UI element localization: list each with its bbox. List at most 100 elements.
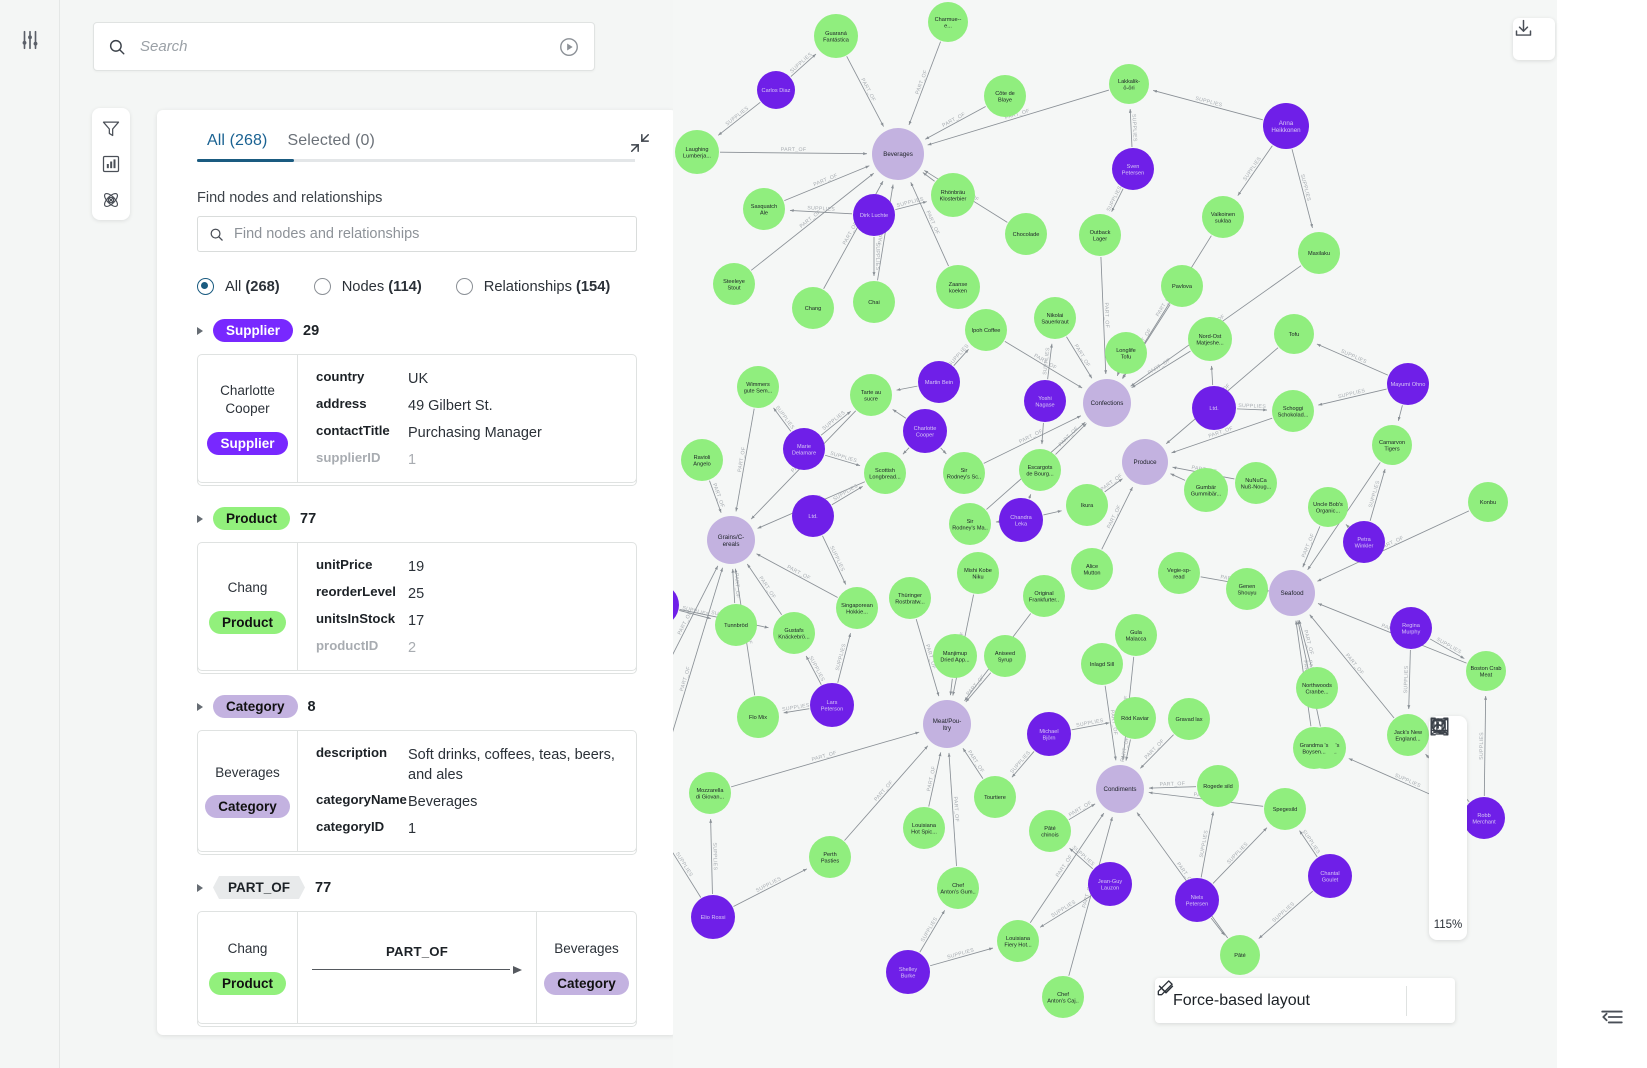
graph-node[interactable]: Ltd. [1192,386,1236,430]
graph-node[interactable]: Konbu [1468,482,1508,522]
node-circle-product[interactable] [974,776,1016,818]
global-search-bar[interactable] [93,22,595,71]
node-circle-product[interactable] [957,552,999,594]
graph-node[interactable]: Pâtéchinois [1029,810,1071,852]
expand-caret-icon[interactable] [197,883,203,892]
graph-node[interactable]: Zaansekoeken [936,265,980,309]
node-circle-product[interactable] [933,634,977,678]
graph-node[interactable]: ThüringerRostbratw... [889,577,931,619]
tab-all[interactable]: All (268) [197,132,277,162]
node-circle-product[interactable] [1468,482,1508,522]
graph-node[interactable]: SteeleyeStout [713,263,755,305]
graph-node[interactable]: Mayumi Ohno [1387,363,1429,405]
node-circle-product[interactable] [1034,297,1076,339]
node-circle-product[interactable] [1161,265,1203,307]
graph-node[interactable]: Tunnbröd [715,604,757,646]
node-circle-product[interactable] [1197,765,1239,807]
node-circle-product[interactable] [997,920,1039,962]
node-circle-category[interactable] [1096,765,1144,813]
graph-node[interactable]: Chocolade [1005,213,1047,255]
record-card-product[interactable]: Chang Product unitPrice 19 reorderLevel 25… [197,542,637,671]
graph-node[interactable]: NielsPetersen [1175,878,1219,922]
graph-node[interactable]: Ltd. [792,495,834,537]
graph-node[interactable]: Chai [853,281,895,323]
graph-node[interactable]: Lakkalik-ö-öri [1109,64,1149,104]
graph-node[interactable]: CarnarvonTigers [1372,425,1412,465]
node-circle-product[interactable] [1298,232,1340,274]
graph-node[interactable]: Jack's NewEngland... [1387,714,1429,756]
node-circle-category[interactable] [872,128,924,180]
node-circle-supplier[interactable] [673,584,679,626]
node-circle-product[interactable] [1071,548,1113,590]
node-circle-product[interactable] [928,2,968,42]
graph-node[interactable]: LonglifeTofu [1105,332,1147,374]
graph-node[interactable]: Flo Mix [737,696,779,738]
node-circle-product[interactable] [864,452,906,494]
node-circle-supplier[interactable] [1175,878,1219,922]
graph-node[interactable]: Mozzarelladi Giovan... [689,772,731,814]
filter-icon[interactable] [101,118,121,138]
graph-node[interactable]: GustafsKnäckebrö... [773,612,815,654]
graph-node[interactable]: LarsPeterson [810,683,854,727]
node-circle-supplier[interactable] [1024,380,1066,422]
graph-node[interactable]: Chang [792,287,834,329]
graph-node[interactable]: Spegesild [1264,788,1306,830]
graph-node[interactable]: GulaMalacca [1115,614,1157,656]
node-circle-supplier[interactable] [1463,797,1505,839]
node-circle-product[interactable] [1466,651,1506,691]
graph-node[interactable]: GuaranáFantástica [814,14,858,58]
search-input[interactable] [140,38,558,55]
node-circle-supplier[interactable] [853,194,895,236]
graph-node[interactable]: SchoggiSchokolad... [1272,390,1314,432]
graph-node[interactable]: NorthwoodsCranbe... [1296,667,1338,709]
chevron-down-icon[interactable] [1158,985,1390,1012]
graph-node[interactable]: Pavlova [1161,265,1203,307]
radio-all[interactable]: All (268) [197,278,280,295]
node-circle-product[interactable] [1296,667,1338,709]
graph-node[interactable]: Escargotsde Bourg... [1019,449,1061,491]
node-circle-product[interactable] [1105,332,1147,374]
expand-caret-icon[interactable] [197,326,203,335]
graph-node[interactable]: ChefAnton's Gum.. [937,867,979,909]
graph-node[interactable]: ChefAnton's Caj.. [1042,976,1084,1018]
graph-node[interactable]: Ipoh Coffee [965,309,1007,351]
node-circle-product[interactable] [1023,575,1065,617]
graph-node[interactable]: OriginalFrankfurter.. [1023,575,1065,617]
node-circle-category[interactable] [1269,570,1315,616]
node-circle-supplier[interactable] [691,895,735,939]
node-circle-product[interactable] [943,452,985,494]
node-circle-category[interactable] [923,700,971,748]
tab-selected[interactable]: Selected (0) [277,132,384,162]
graph-node[interactable]: Dirk Luchte [853,194,895,236]
graph-node[interactable]: RhönbräuKlosterbier [931,173,975,217]
group-header-product[interactable]: Product 77 [197,507,637,530]
node-circle-product[interactable] [1184,468,1228,512]
graph-node[interactable]: Martin Bein [918,361,960,403]
graph-node[interactable]: Produce [1122,439,1168,485]
graph-node[interactable]: ChantalGoulet [1308,854,1352,898]
graph-node[interactable]: Gravad lax [1168,698,1210,740]
node-circle-product[interactable] [936,265,980,309]
record-card-category[interactable]: Beverages Category description Soft drink… [197,730,637,852]
graph-node[interactable]: SirRodney's Sc.. [943,452,985,494]
sliders-icon[interactable] [14,24,46,56]
node-circle-product[interactable] [809,836,851,878]
graph-node[interactable]: Carlos Diaz [757,71,795,109]
node-circle-product[interactable] [1372,425,1412,465]
graph-node[interactable]: Elio Rossi [691,895,735,939]
node-circle-product[interactable] [903,807,945,849]
node-circle-supplier[interactable] [903,409,947,453]
download-icon[interactable] [1513,18,1555,60]
node-circle-product[interactable] [1226,568,1268,610]
node-circle-product[interactable] [1005,213,1047,255]
node-circle-product[interactable] [773,612,815,654]
graph-node[interactable]: OutbackLager [1079,214,1121,256]
node-circle-supplier[interactable] [999,498,1043,542]
graph-node[interactable]: PerthPasties [809,836,851,878]
node-circle-product[interactable] [949,503,991,545]
graph-node[interactable]: NikolaiSauerkraut [1034,297,1076,339]
graph-node[interactable]: Condiments [1096,765,1144,813]
graph-node[interactable]: Grandma 'sBoysen... [1293,727,1335,769]
node-circle-supplier[interactable] [886,950,930,994]
node-circle-product[interactable] [931,173,975,217]
